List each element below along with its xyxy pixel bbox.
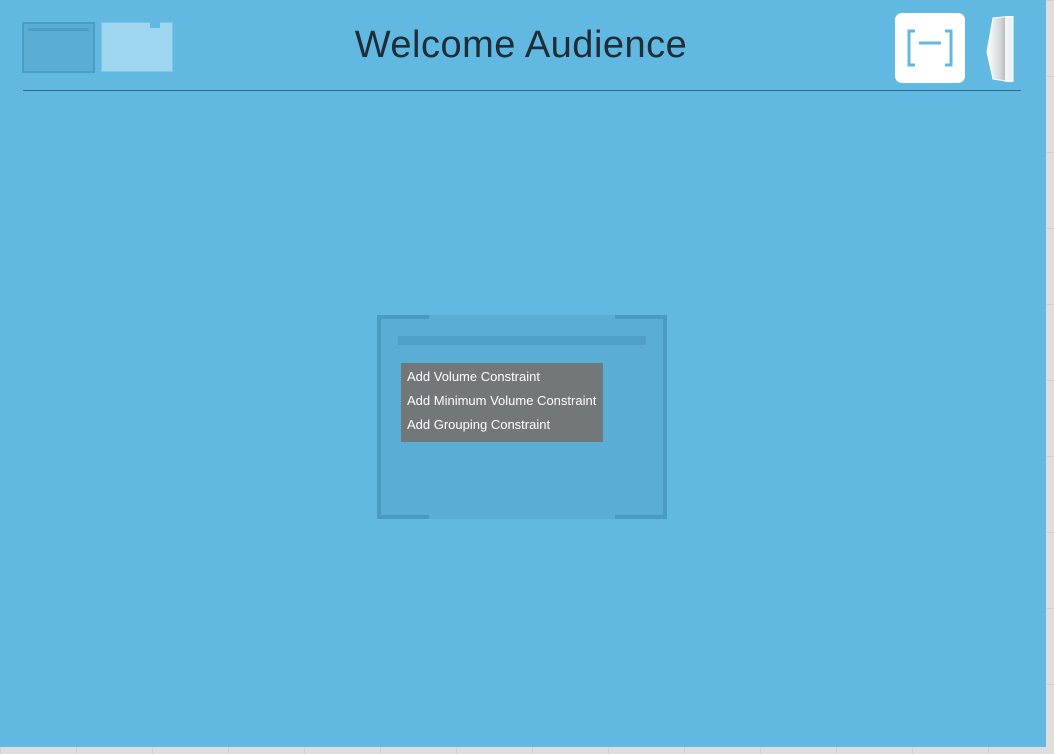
- dialog-border-left: [377, 315, 381, 519]
- fullscreen-button[interactable]: [895, 13, 965, 83]
- context-menu: Add Volume Constraint Add Minimum Volume…: [401, 363, 603, 442]
- main-canvas: Welcome Audience Add Volume Constraint A…: [0, 0, 1046, 747]
- dialog-title-bar: [398, 336, 646, 345]
- menu-item-add-grouping-constraint[interactable]: Add Grouping Constraint: [401, 414, 603, 438]
- constraint-dialog: Add Volume Constraint Add Minimum Volume…: [377, 315, 667, 519]
- menu-item-add-minimum-volume-constraint[interactable]: Add Minimum Volume Constraint: [401, 390, 603, 414]
- dialog-border-right: [663, 315, 667, 519]
- page-title: Welcome Audience: [354, 24, 688, 66]
- dialog-corner-top-left: [377, 315, 429, 319]
- fullscreen-bracket-icon: [907, 29, 953, 67]
- dialog-corner-bottom-right: [615, 515, 667, 519]
- menu-item-add-volume-constraint[interactable]: Add Volume Constraint: [401, 366, 603, 390]
- panel-collapse-icon: [986, 15, 1014, 83]
- dialog-corner-bottom-left: [377, 515, 429, 519]
- panel-collapse-button[interactable]: [985, 15, 1015, 83]
- dialog-corner-top-right: [615, 315, 667, 319]
- header-divider: [23, 90, 1021, 91]
